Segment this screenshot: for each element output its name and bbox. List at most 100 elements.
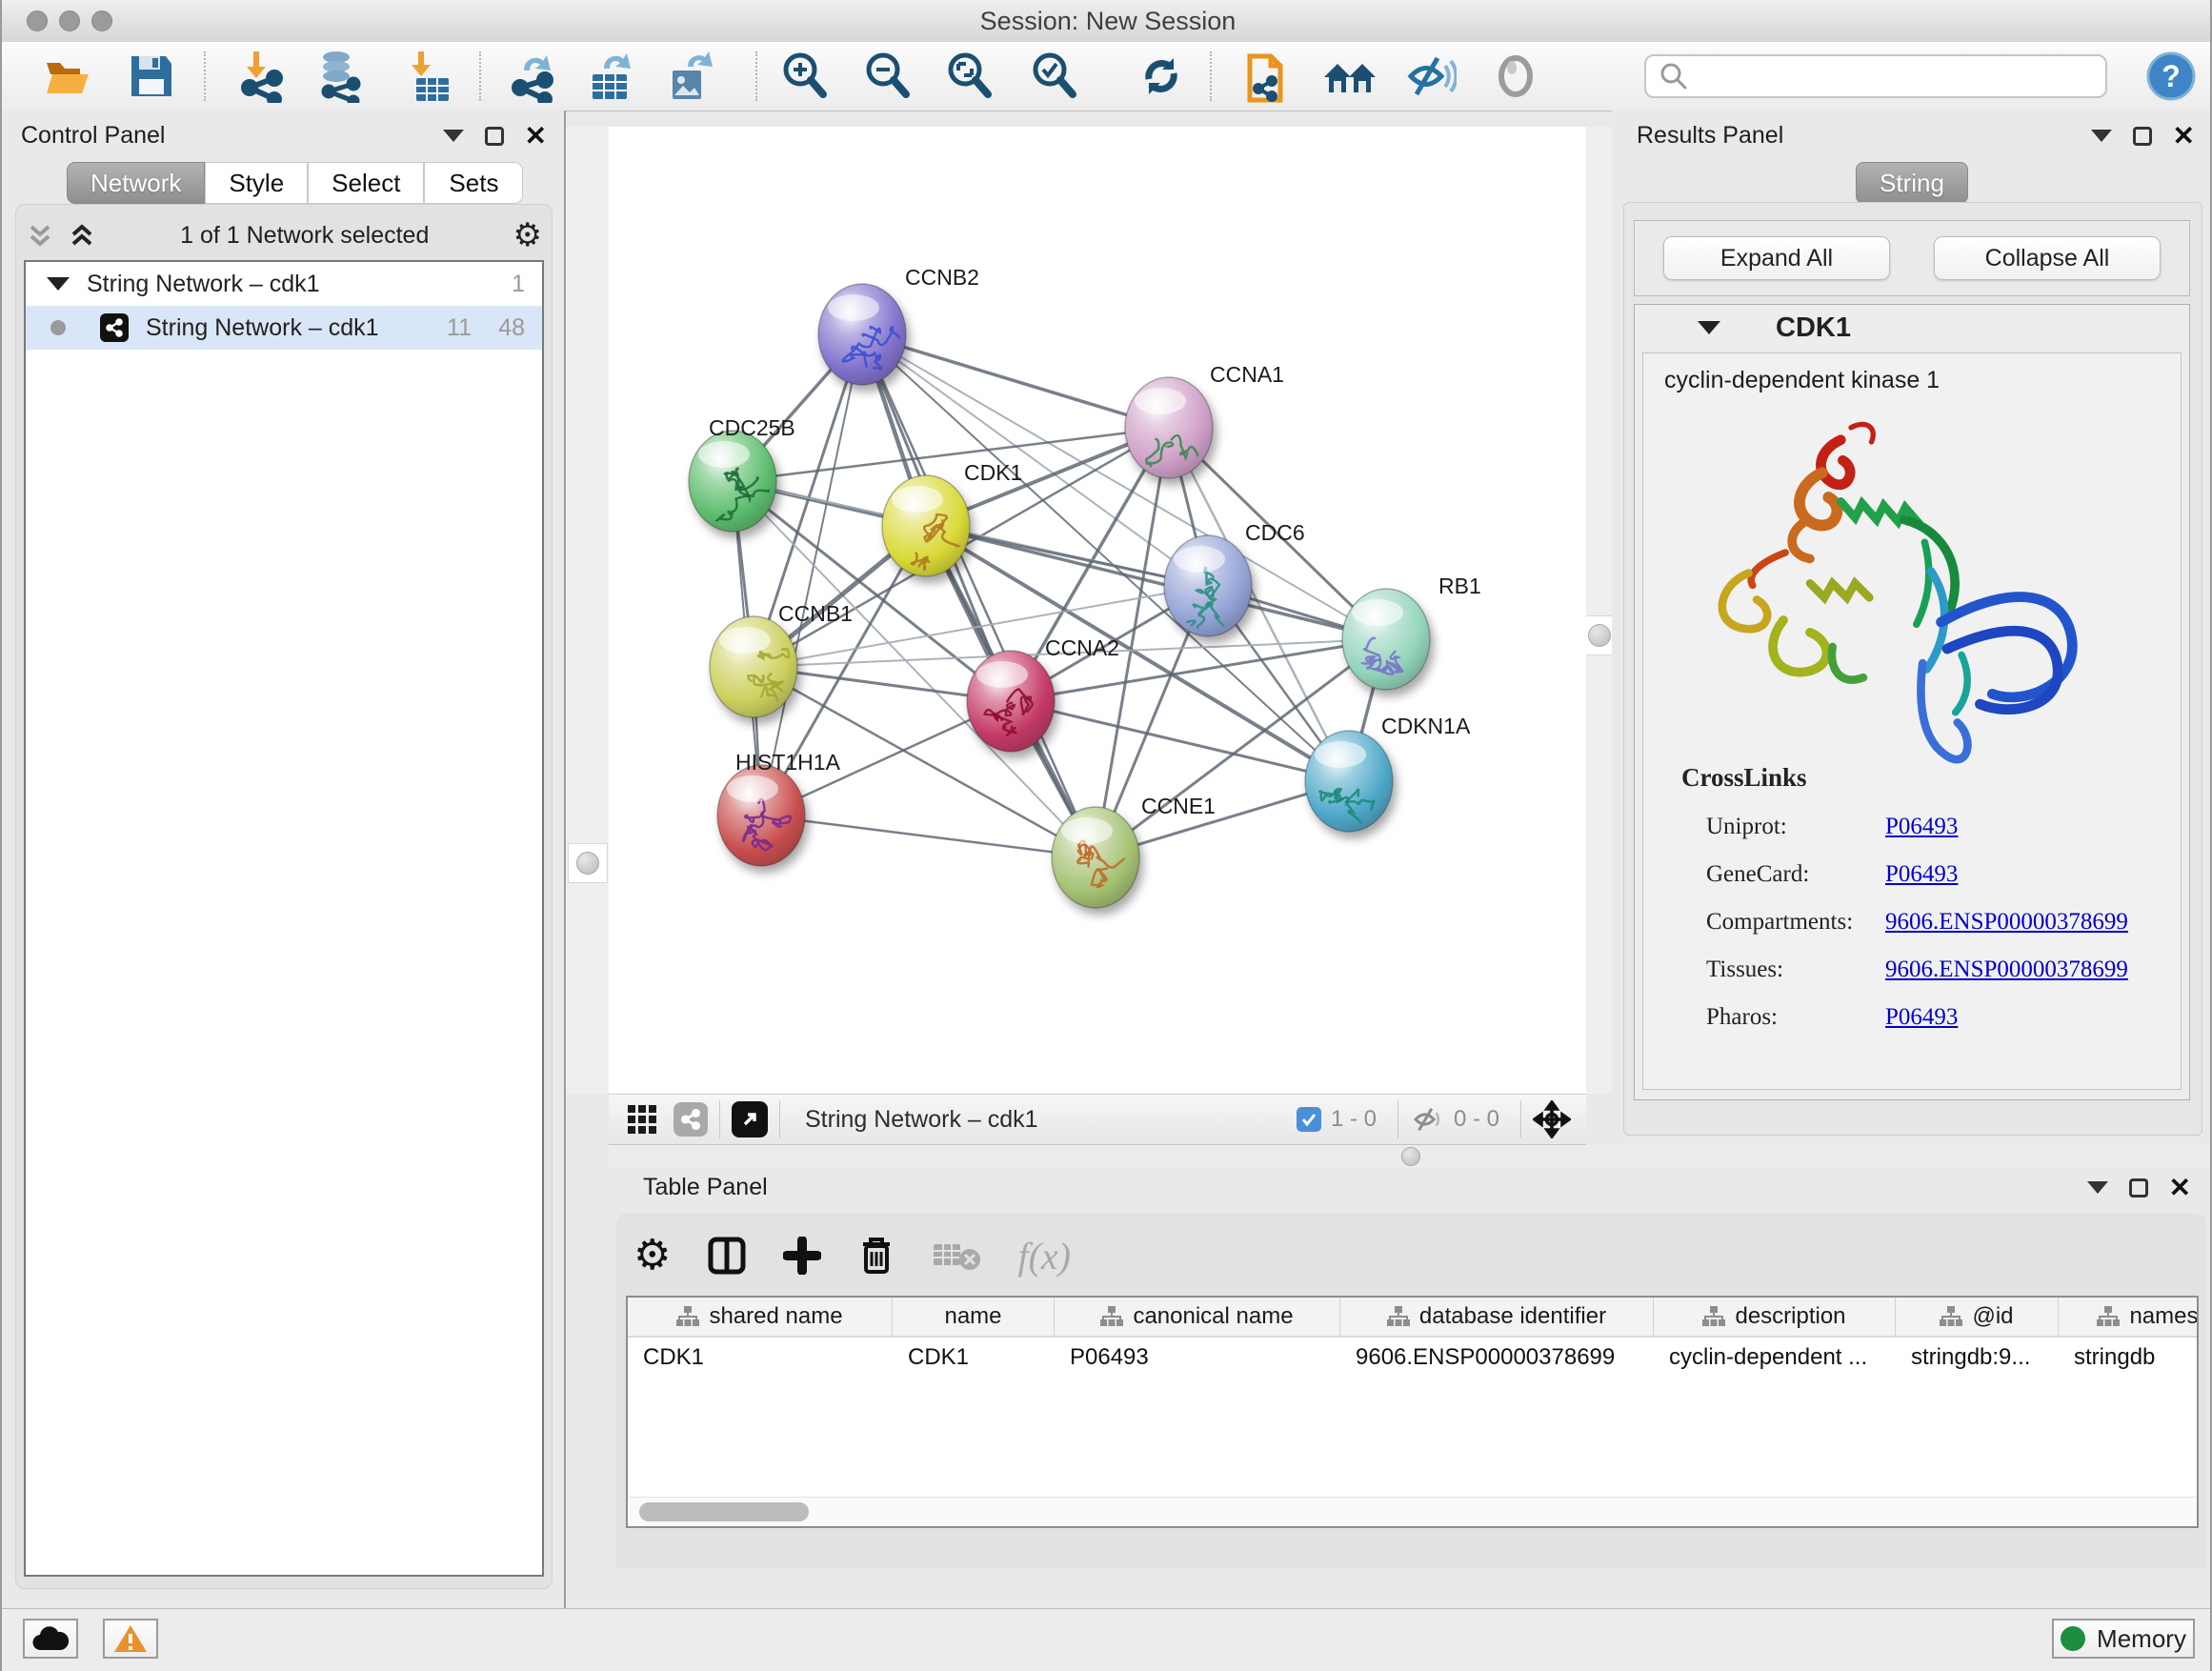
cell-name[interactable]: CDK1 [893, 1338, 1055, 1378]
hidden-eye-slash-icon[interactable] [1410, 1105, 1444, 1134]
network-collection-row[interactable]: String Network – cdk1 1 [26, 262, 542, 306]
grid-view-icon[interactable] [626, 1103, 658, 1136]
save-session-button[interactable] [124, 50, 179, 103]
add-column-icon[interactable] [783, 1237, 821, 1275]
scrollbar-thumb[interactable] [639, 1502, 809, 1521]
delete-table-icon[interactable] [932, 1238, 981, 1273]
table-row[interactable]: CDK1CDK1P064939606.ENSP00000378699cyclin… [628, 1338, 2197, 1378]
edge-CCNB2-HIST1H1A[interactable] [761, 334, 862, 815]
network-view-share-icon[interactable] [674, 1102, 708, 1137]
node-hist1h1a[interactable]: HIST1H1A [717, 750, 841, 866]
node-ccna1[interactable]: CCNA1 [1125, 362, 1284, 490]
gene-section-header[interactable]: CDK1 [1635, 305, 2189, 351]
collapse-all-button[interactable]: Collapse All [1934, 236, 2161, 280]
zoom-fit-button[interactable] [942, 50, 997, 103]
string-home-button[interactable] [1322, 50, 1377, 103]
close-panel-icon[interactable]: ✕ [525, 127, 547, 146]
float-panel-icon[interactable] [2133, 127, 2152, 146]
cell-database-identifier[interactable]: 9606.ENSP00000378699 [1340, 1338, 1654, 1378]
cell-shared-name[interactable]: CDK1 [628, 1338, 893, 1378]
tab-string[interactable]: String [1856, 162, 1968, 204]
node-cdk1[interactable]: CDK1 [882, 460, 1022, 576]
tree-expander-icon[interactable] [47, 277, 70, 291]
left-splitter[interactable] [566, 127, 609, 1094]
export-image-button[interactable] [663, 50, 718, 103]
float-panel-icon[interactable] [485, 127, 504, 146]
show-hide-button[interactable] [1402, 50, 1458, 103]
node-rb1[interactable]: RB1 [1342, 574, 1481, 690]
edge-CCNA2-CDKN1A[interactable] [1011, 701, 1349, 781]
delete-column-icon[interactable] [857, 1235, 895, 1277]
network-options-gear-icon[interactable]: ⚙ [513, 221, 542, 250]
tab-select[interactable]: Select [308, 162, 424, 204]
zoom-out-button[interactable] [860, 50, 915, 103]
crosslink-genecard[interactable]: P06493 [1885, 861, 1958, 888]
crosslink-uniprot[interactable]: P06493 [1885, 814, 1958, 840]
panel-menu-icon[interactable] [443, 130, 464, 142]
zoom-selected-button[interactable] [1027, 50, 1082, 103]
function-builder-icon[interactable]: f(x) [1017, 1234, 1071, 1278]
crosslink-tissues[interactable]: 9606.ENSP00000378699 [1885, 956, 2128, 983]
search-field[interactable] [1644, 54, 2107, 98]
crosslink-pharos[interactable]: P06493 [1885, 1004, 1958, 1031]
crosslink-compartments[interactable]: 9606.ENSP00000378699 [1885, 909, 2128, 936]
tab-sets[interactable]: Sets [424, 162, 523, 204]
network-row[interactable]: String Network – cdk1 11 48 [26, 306, 542, 350]
column-header-id[interactable]: @id [1896, 1298, 2059, 1336]
cell-id[interactable]: stringdb:9... [1896, 1338, 2059, 1378]
cell-description[interactable]: cyclin-dependent ... [1654, 1338, 1896, 1378]
birdseye-launch-icon[interactable] [732, 1101, 768, 1137]
selected-checkbox-icon[interactable] [1297, 1107, 1321, 1132]
import-network-database-button[interactable] [312, 50, 368, 103]
export-table-button[interactable] [583, 50, 638, 103]
column-header-database-identifier[interactable]: database identifier [1340, 1298, 1654, 1336]
float-panel-icon[interactable] [2129, 1178, 2148, 1198]
edge-CCNB2-CCNE1[interactable] [862, 334, 1096, 857]
close-panel-icon[interactable]: ✕ [2169, 1178, 2191, 1198]
right-splitter[interactable] [1586, 127, 1612, 1094]
node-ccne1[interactable]: CCNE1 [1052, 794, 1216, 908]
node-cdc6[interactable]: CDC6 [1164, 520, 1305, 636]
column-header-canonical-name[interactable]: canonical name [1055, 1298, 1340, 1336]
memory-button[interactable]: Memory [2052, 1619, 2195, 1659]
column-header-name[interactable]: name [893, 1298, 1055, 1336]
column-header-shared-name[interactable]: shared name [628, 1298, 893, 1336]
edge-CCNB2-CCNA1[interactable] [862, 334, 1169, 428]
search-input[interactable] [1698, 57, 2105, 95]
splitter-handle[interactable] [568, 843, 608, 883]
node-table[interactable]: shared namenamecanonical namedatabase id… [626, 1296, 2199, 1528]
cell-namespace[interactable]: stringdb [2059, 1338, 2199, 1378]
open-session-button[interactable] [40, 50, 95, 103]
show-columns-icon[interactable] [707, 1236, 747, 1276]
close-panel-icon[interactable]: ✕ [2173, 127, 2195, 146]
import-network-file-button[interactable] [234, 50, 290, 103]
splitter-handle[interactable] [1401, 1147, 1420, 1166]
panel-menu-icon[interactable] [2091, 130, 2112, 142]
bottom-splitter[interactable] [609, 1145, 2212, 1168]
zoom-in-button[interactable] [777, 50, 833, 103]
node-cdc25b[interactable]: CDC25B [689, 415, 795, 532]
tab-network[interactable]: Network [67, 162, 205, 204]
network-canvas[interactable]: CCNB2CCNA1CDC25BCDK1CDC6RB1CCNB1CCNA2CDK… [609, 127, 1586, 1094]
refresh-button[interactable] [1134, 50, 1189, 103]
collapse-all-icon[interactable] [26, 221, 54, 250]
column-header-description[interactable]: description [1654, 1298, 1896, 1336]
tab-style[interactable]: Style [205, 162, 308, 204]
node-ccnb1[interactable]: CCNB1 [710, 601, 853, 717]
pan-crosshair-icon[interactable] [1533, 1100, 1571, 1138]
cloud-status-button[interactable] [23, 1619, 78, 1659]
help-button[interactable]: ? [2143, 50, 2199, 103]
import-table-button[interactable] [400, 50, 455, 103]
expand-all-icon[interactable] [68, 221, 96, 250]
column-header-namespace[interactable]: namespace [2059, 1298, 2199, 1336]
table-options-gear-icon[interactable]: ⚙ [633, 1235, 671, 1277]
table-horizontal-scrollbar[interactable] [628, 1497, 2197, 1526]
export-network-button[interactable] [505, 50, 560, 103]
node-cdkn1a[interactable]: CDKN1A [1305, 714, 1471, 832]
expand-all-button[interactable]: Expand All [1663, 236, 1890, 280]
preview-eye-button[interactable] [1488, 50, 1543, 103]
import-string-network-button[interactable] [1240, 50, 1296, 103]
collapse-section-icon[interactable] [1698, 321, 1720, 334]
cell-canonical-name[interactable]: P06493 [1055, 1338, 1340, 1378]
panel-menu-icon[interactable] [2087, 1181, 2108, 1194]
